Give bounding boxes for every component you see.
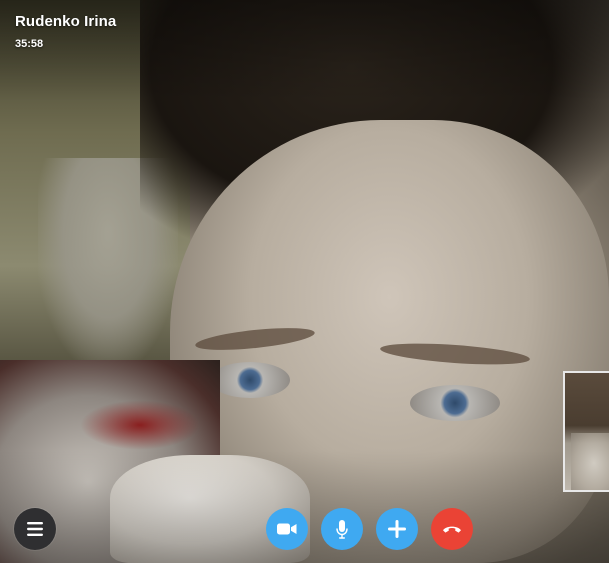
contact-name: Rudenko Irina <box>15 13 117 30</box>
self-preview-scene <box>571 433 609 490</box>
microphone-toggle-button[interactable] <box>321 508 363 550</box>
self-video-preview[interactable] <box>563 371 609 492</box>
call-header: Rudenko Irina 35:58 <box>15 13 116 50</box>
video-toggle-button[interactable] <box>266 508 308 550</box>
plus-icon <box>388 520 406 538</box>
microphone-icon <box>336 519 348 539</box>
video-camera-icon <box>277 523 297 535</box>
menu-button[interactable] <box>14 508 56 550</box>
video-vignette <box>0 0 609 563</box>
hang-up-icon <box>442 524 462 534</box>
add-participant-button[interactable] <box>376 508 418 550</box>
call-duration: 35:58 <box>15 38 44 50</box>
video-call-window: Rudenko Irina 35:58 <box>0 0 609 563</box>
hamburger-menu-icon <box>27 522 43 536</box>
remote-video-feed <box>0 0 609 563</box>
call-controls <box>0 508 609 550</box>
end-call-button[interactable] <box>431 508 473 550</box>
